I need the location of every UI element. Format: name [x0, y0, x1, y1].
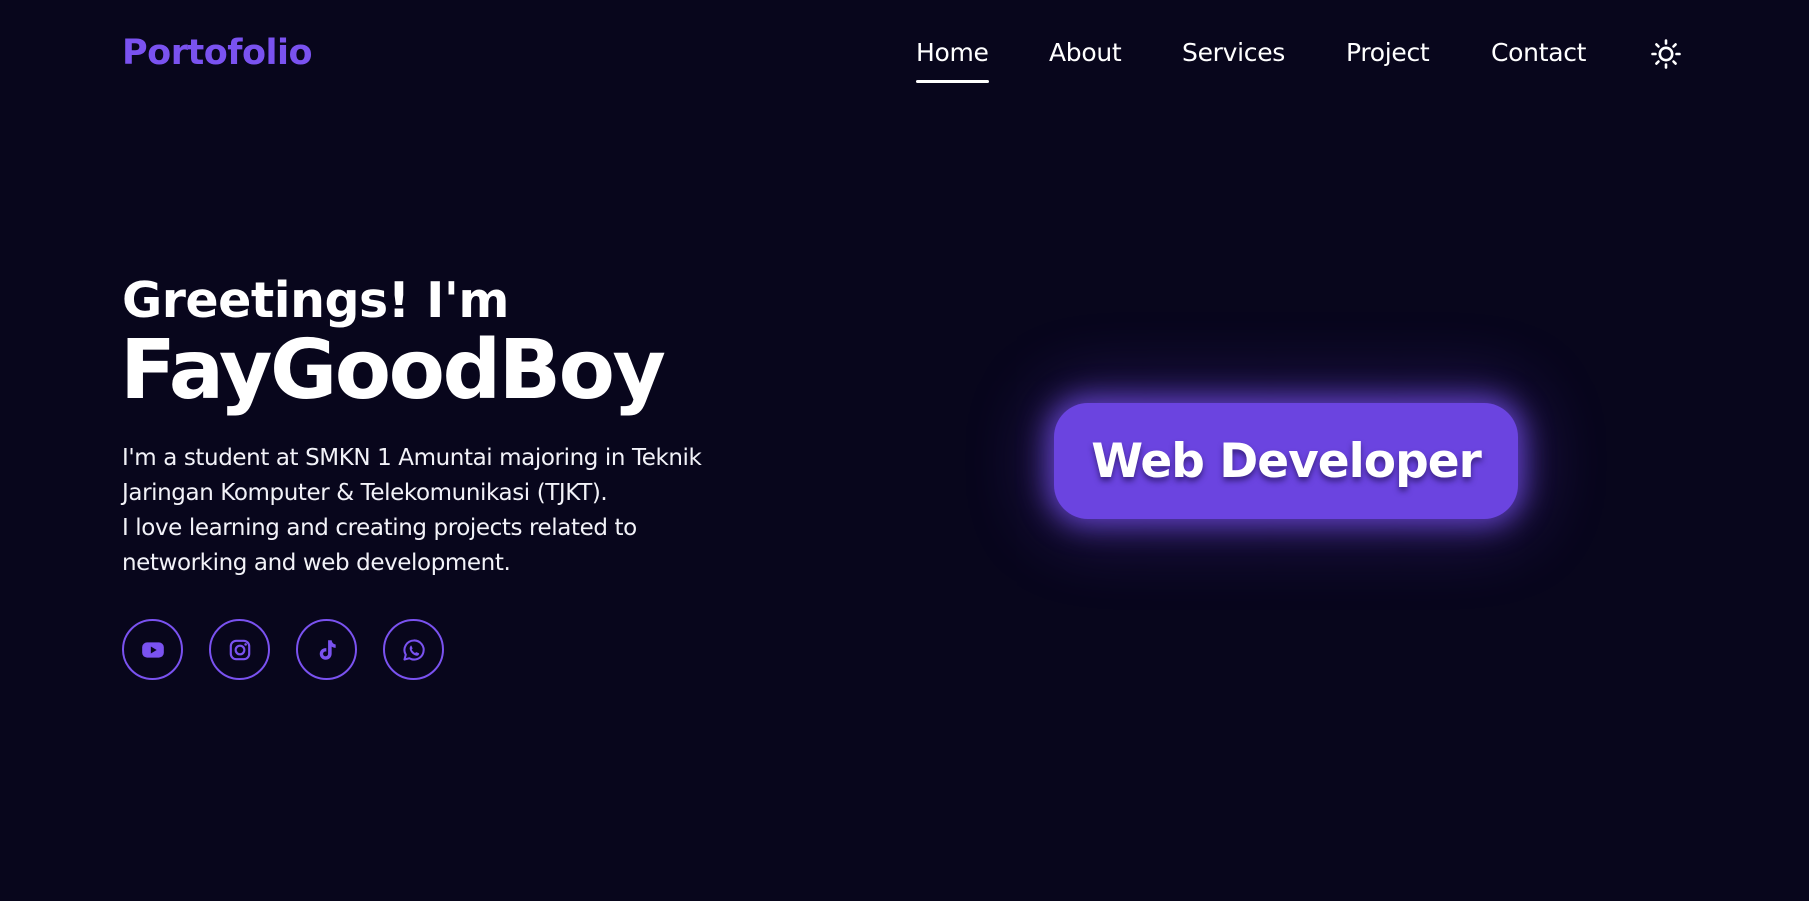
instagram-link[interactable]: [209, 619, 270, 680]
sun-icon: [1651, 39, 1681, 69]
nav-contact[interactable]: Contact: [1491, 38, 1586, 67]
hero-bio: I'm a student at SMKN 1 Amuntai majoring…: [122, 441, 762, 581]
nav-home[interactable]: Home: [916, 38, 989, 83]
bio-line: I love learning and creating projects re…: [122, 515, 637, 541]
whatsapp-icon: [402, 638, 425, 661]
nav-about[interactable]: About: [1049, 38, 1122, 67]
instagram-icon: [229, 639, 250, 660]
hero-greeting: Greetings! I'm: [122, 272, 509, 329]
whatsapp-link[interactable]: [383, 619, 444, 680]
youtube-icon: [141, 641, 164, 658]
nav-project[interactable]: Project: [1346, 38, 1430, 67]
bio-line: Jaringan Komputer & Telekomunikasi (TJKT…: [122, 480, 608, 506]
youtube-link[interactable]: [122, 619, 183, 680]
role-text: Web Developer: [1091, 433, 1482, 489]
hero-name: FayGoodBoy: [120, 323, 666, 418]
logo[interactable]: Portofolio: [122, 33, 313, 73]
site-header: Portofolio Home About Services Project C…: [0, 0, 1809, 112]
theme-toggle-button[interactable]: [1649, 37, 1683, 71]
tiktok-icon: [319, 639, 336, 660]
tiktok-link[interactable]: [296, 619, 357, 680]
bio-line: I'm a student at SMKN 1 Amuntai majoring…: [122, 445, 702, 471]
bio-line: networking and web development.: [122, 550, 511, 576]
nav-services[interactable]: Services: [1182, 38, 1285, 67]
role-badge: Web Developer: [1054, 403, 1518, 519]
page: Portofolio Home About Services Project C…: [0, 0, 1809, 901]
